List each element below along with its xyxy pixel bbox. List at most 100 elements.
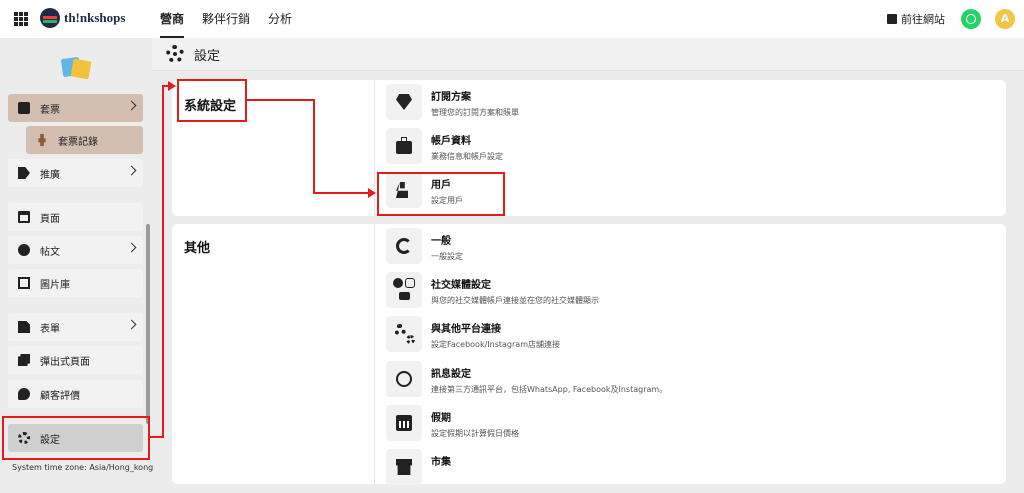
apps-grid-icon[interactable] xyxy=(14,12,28,26)
gear-small-icon xyxy=(406,335,415,344)
chevron-right-icon xyxy=(126,319,137,330)
facebook-icon xyxy=(393,278,403,288)
gears-icon xyxy=(394,324,406,336)
tag-icon xyxy=(18,167,30,179)
annotation-box-system-settings xyxy=(177,79,247,122)
annotation-arrow xyxy=(368,188,376,198)
broadcast-icon xyxy=(18,244,30,256)
youtube-icon xyxy=(399,292,410,300)
annotation-box-users xyxy=(377,172,505,216)
sidebar-item-pages[interactable]: 頁面 xyxy=(8,203,143,231)
brand-mark-icon xyxy=(40,8,60,28)
visit-site-link[interactable]: 前往網站 xyxy=(887,11,945,27)
sidebar-scrollbar[interactable] xyxy=(146,224,150,424)
whatsapp-icon[interactable] xyxy=(961,9,981,29)
row-icon-box xyxy=(386,316,422,352)
settings-row-subscription[interactable]: 訂閱方案 管理您的訂閱方案和賬單 xyxy=(386,84,519,128)
row-description: 設定Facebook/Instagram店舖連接 xyxy=(431,340,560,349)
nav-affiliate-marketing[interactable]: 夥伴行銷 xyxy=(202,0,250,38)
sidebar-item-label: 圖片庫 xyxy=(40,279,70,291)
annotation-line xyxy=(247,99,315,101)
avatar[interactable]: A xyxy=(995,9,1015,29)
sidebar-item-label: 套票 xyxy=(40,104,60,116)
popup-icon xyxy=(18,354,30,366)
visit-site-label: 前往網站 xyxy=(901,13,945,26)
sidebar-item-label: 套票記錄 xyxy=(58,136,98,148)
sidebar-item-ticket-records[interactable]: 套票記錄 xyxy=(26,126,143,154)
ticket-icon xyxy=(18,102,30,114)
settings-row-account[interactable]: 帳戶資料 業務信息和帳戶設定 xyxy=(386,128,503,172)
briefcase-icon xyxy=(396,137,412,154)
sidebar-item-label: 頁面 xyxy=(40,213,60,225)
settings-row-messaging[interactable]: 訊息設定 連接第三方通訊平台，包括WhatsApp, Facebook及Inst… xyxy=(386,361,667,405)
sidebar-item-forms[interactable]: 表單 xyxy=(8,313,143,341)
annotation-arrow xyxy=(168,81,176,91)
sidebar-item-promotion[interactable]: 推廣 xyxy=(8,159,143,187)
row-title: 假期 xyxy=(431,413,451,424)
sidebar-item-tickets[interactable]: 套票 xyxy=(8,94,143,122)
row-title: 社交媒體設定 xyxy=(431,280,491,291)
sidebar-item-popup-pages[interactable]: 彈出式頁面 xyxy=(8,346,143,374)
sidebar-item-image-library[interactable]: 圖片庫 xyxy=(8,269,143,297)
settings-row-general[interactable]: 一般 一般設定 xyxy=(386,228,463,272)
gear-icon xyxy=(166,45,184,63)
sidebar-item-label: 顧客評價 xyxy=(40,390,80,402)
person-icon xyxy=(38,134,46,146)
row-icon-box xyxy=(386,449,422,485)
row-description: 管理您的訂閱方案和賬單 xyxy=(431,108,519,117)
page-header: 設定 xyxy=(152,38,1024,71)
chevron-right-icon xyxy=(126,100,137,111)
row-icon-box xyxy=(386,228,422,264)
top-bar: th!nkshops 營商 夥伴行銷 分析 前往網站 A xyxy=(0,0,1024,38)
settings-row-marketplace[interactable]: 市集 xyxy=(386,449,451,493)
sidebar-item-customer-reviews[interactable]: 顧客評價 xyxy=(8,380,143,408)
nav-business[interactable]: 營商 xyxy=(160,0,185,38)
diamond-icon xyxy=(396,94,412,110)
row-icon-box xyxy=(386,84,422,120)
page-title: 設定 xyxy=(194,48,221,64)
row-description: 一般設定 xyxy=(431,252,463,261)
other-settings-card: 其他 一般 一般設定 社交媒體設定 與您的社交媒體帳戶連接並在您的社交媒體顯示 … xyxy=(172,224,1006,485)
settings-row-platform-connect[interactable]: 與其他平台連接 設定Facebook/Instagram店舖連接 xyxy=(386,316,560,360)
row-icon-box xyxy=(386,128,422,164)
page-icon xyxy=(18,211,30,223)
annotation-line xyxy=(313,192,369,194)
row-title: 訂閱方案 xyxy=(431,92,471,103)
divider xyxy=(374,224,375,484)
annotation-line xyxy=(313,99,315,194)
sidebar-item-label: 彈出式頁面 xyxy=(40,356,90,368)
brand-logo[interactable]: th!nkshops xyxy=(40,8,125,28)
document-icon xyxy=(18,321,30,333)
chevron-right-icon xyxy=(126,165,137,176)
settings-row-holidays[interactable]: 假期 設定假期以計算假日價格 xyxy=(386,405,519,449)
row-description: 連接第三方通訊平台，包括WhatsApp, Facebook及Instagram… xyxy=(431,385,668,394)
brand-name: th!nkshops xyxy=(64,10,126,25)
annotation-line xyxy=(162,85,164,438)
calendar-icon xyxy=(396,415,412,431)
row-title: 訊息設定 xyxy=(431,369,471,380)
row-title: 帳戶資料 xyxy=(431,136,471,147)
row-title: 與其他平台連接 xyxy=(431,324,501,335)
settings-row-social-media[interactable]: 社交媒體設定 與您的社交媒體帳戶連接並在您的社交媒體顯示 xyxy=(386,272,599,316)
instagram-icon xyxy=(405,278,415,288)
social-icons xyxy=(390,276,418,304)
row-description: 設定假期以計算假日價格 xyxy=(431,429,519,438)
row-icon-box xyxy=(386,272,422,308)
sidebar-item-posts[interactable]: 帖文 xyxy=(8,236,143,264)
row-description: 業務信息和帳戶設定 xyxy=(431,152,503,161)
row-title: 市集 xyxy=(431,457,451,468)
row-description: 與您的社交媒體帳戶連接並在您的社交媒體顯示 xyxy=(431,296,599,305)
chevron-right-icon xyxy=(126,242,137,253)
system-timezone: System time zone: Asia/Hong_kong xyxy=(12,463,154,472)
image-icon xyxy=(18,277,30,289)
row-icon-box xyxy=(386,361,422,397)
whatsapp-icon xyxy=(396,371,412,387)
annotation-box-settings xyxy=(2,416,150,460)
storefront-icon xyxy=(887,14,897,24)
main-nav: 營商 夥伴行銷 分析 xyxy=(160,0,310,38)
sidebar-item-label: 表單 xyxy=(40,323,60,335)
chat-icon xyxy=(18,388,30,400)
row-icon-box xyxy=(386,405,422,441)
nav-analytics[interactable]: 分析 xyxy=(268,0,292,38)
loading-ring-icon xyxy=(396,238,412,254)
